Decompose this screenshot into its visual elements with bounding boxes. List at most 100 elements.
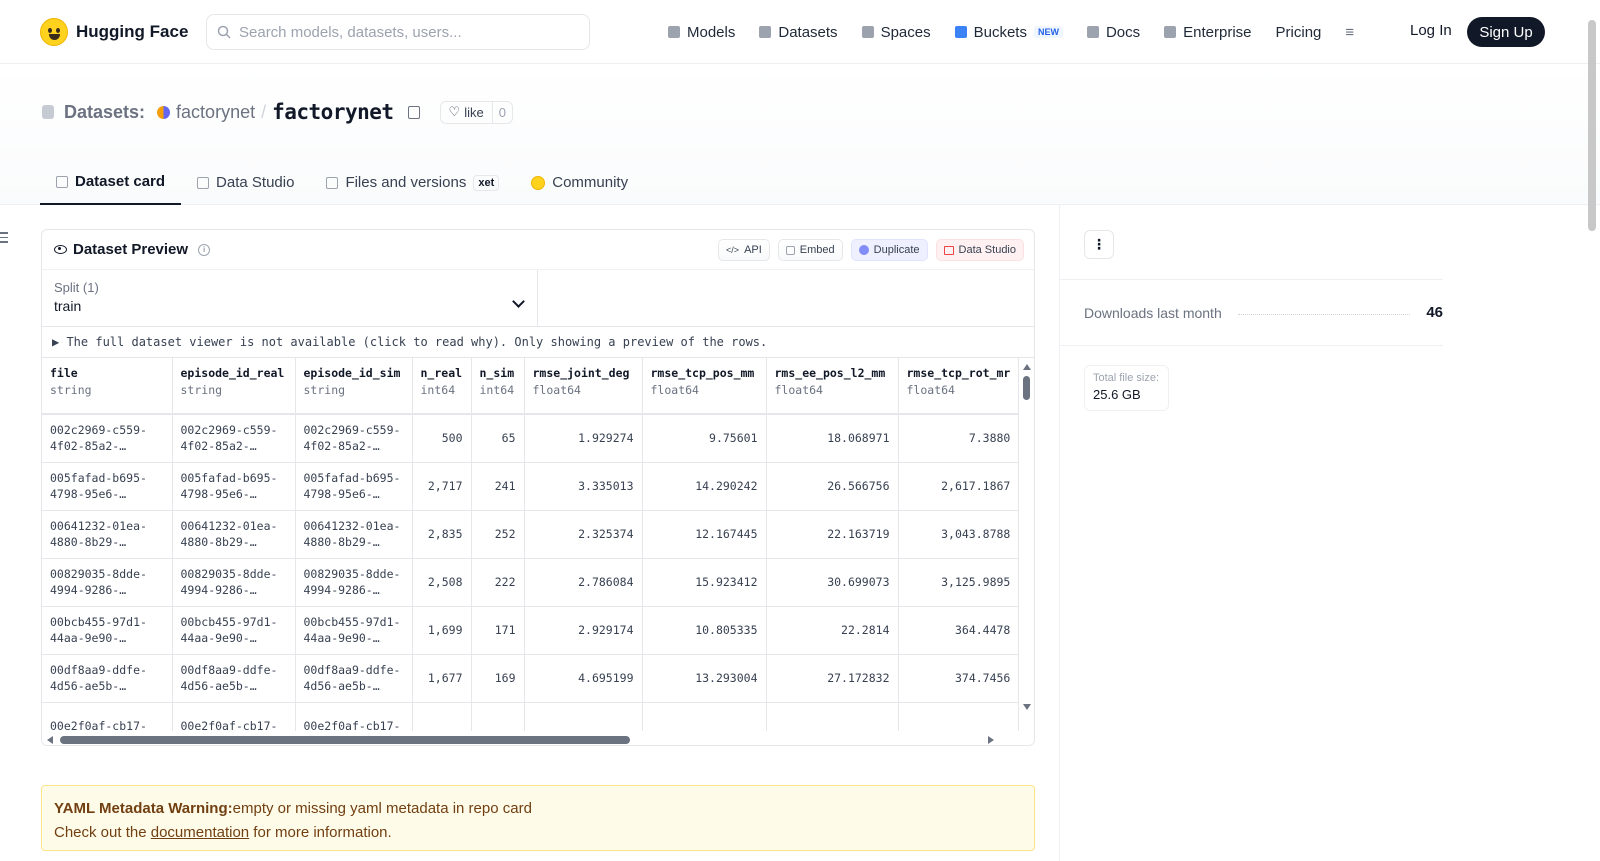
repo-tabs: Dataset card Data Studio Files and versi… xyxy=(40,160,644,205)
numeric-cell: 14.290242 xyxy=(642,462,767,511)
table-icon xyxy=(943,245,954,255)
numeric-cell: 3,125.9895 xyxy=(898,558,1020,607)
database-icon xyxy=(759,26,772,38)
sidebar-divider xyxy=(1059,205,1060,861)
numeric-cell: 22.2814 xyxy=(766,606,899,655)
breadcrumb: Datasets: factorynet / factorynet ♡ like … xyxy=(42,100,513,124)
copy-icon[interactable] xyxy=(407,105,420,119)
column-header[interactable]: rms_ee_pos_l2_mm float64 xyxy=(766,358,899,415)
nav-spaces[interactable]: Spaces xyxy=(861,24,931,41)
column-header[interactable]: episode_id_real string xyxy=(172,358,296,415)
table-icon xyxy=(197,176,210,189)
numeric-cell: 15.923412 xyxy=(642,558,767,607)
code-icon: </> xyxy=(726,245,740,255)
tab-dataset-card[interactable]: Dataset card xyxy=(40,160,182,205)
numeric-cell: 4.695199 xyxy=(524,654,643,703)
downloads-stat: Downloads last month 46 xyxy=(1084,304,1443,321)
signup-button[interactable]: Sign Up xyxy=(1467,17,1545,47)
id-cell: 00bcb455-97d1- 44aa-9e90-… xyxy=(42,606,173,655)
embed-button[interactable]: Embed xyxy=(777,239,843,261)
grid-icon xyxy=(861,26,874,38)
more-menu-icon[interactable]: ≡ xyxy=(1345,24,1354,41)
numeric-cell: 171 xyxy=(471,606,525,655)
api-button[interactable]: </> API xyxy=(718,239,770,261)
tab-data-studio[interactable]: Data Studio xyxy=(181,160,310,205)
data-studio-button[interactable]: Data Studio xyxy=(935,239,1024,261)
org-link[interactable]: factorynet xyxy=(176,102,255,123)
preview-title: Dataset Preview i xyxy=(54,241,211,258)
split-select[interactable]: Split (1) train xyxy=(42,270,538,326)
info-icon[interactable]: i xyxy=(198,243,211,256)
numeric-cell: 252 xyxy=(471,510,525,559)
login-link[interactable]: Log In xyxy=(1410,22,1452,39)
documentation-link[interactable]: documentation xyxy=(151,824,249,841)
dataset-preview: Dataset Preview i </> API Embed Duplicate… xyxy=(41,229,1035,746)
nav-models[interactable]: Models xyxy=(668,24,735,41)
page-scrollbar[interactable] xyxy=(1588,20,1596,231)
tab-files-versions[interactable]: Files and versions xet xyxy=(310,160,515,205)
repo-name[interactable]: factorynet xyxy=(272,100,394,124)
files-icon xyxy=(326,176,339,189)
table-row[interactable]: 002c2969-c559- 4f02-85a2-… 002c2969-c559- 4… xyxy=(42,414,1020,463)
nav-docs[interactable]: Docs xyxy=(1086,24,1140,41)
id-cell: 00641232-01ea- 4880-8b29-… xyxy=(172,510,296,559)
scroll-left-icon xyxy=(47,736,53,744)
duplicate-button[interactable]: Duplicate xyxy=(850,239,928,261)
tab-community[interactable]: Community xyxy=(515,160,644,205)
enterprise-icon xyxy=(1164,26,1177,38)
id-cell: 00df8aa9-ddfe- 4d56-ae5b-… xyxy=(295,654,413,703)
numeric-cell: 18.068971 xyxy=(766,414,899,463)
search-icon xyxy=(217,25,231,39)
scroll-up-icon xyxy=(1023,364,1031,370)
bucket-icon xyxy=(954,26,967,38)
table-row[interactable]: 00641232-01ea- 4880-8b29-… 00641232-01ea- 4… xyxy=(42,510,1020,559)
numeric-cell: 2,617.1867 xyxy=(898,462,1020,511)
toc-toggle-icon[interactable] xyxy=(0,232,10,246)
duplicate-icon xyxy=(858,245,869,255)
hugging-face-icon xyxy=(40,18,68,46)
numeric-cell: 169 xyxy=(471,654,525,703)
preview-table: file string episode_id_real string episode_i… xyxy=(42,358,1020,745)
like-button[interactable]: ♡ like 0 xyxy=(439,100,513,124)
vertical-scrollbar[interactable] xyxy=(1023,364,1031,710)
numeric-cell: 2,717 xyxy=(412,462,472,511)
nav-datasets[interactable]: Datasets xyxy=(759,24,838,41)
table-row[interactable]: 00df8aa9-ddfe- 4d56-ae5b-… 00df8aa9-ddfe- 4… xyxy=(42,654,1020,703)
numeric-cell: 9.75601 xyxy=(642,414,767,463)
book-icon xyxy=(1086,26,1099,38)
downloads-count: 46 xyxy=(1426,304,1443,321)
search-input[interactable] xyxy=(239,23,559,41)
nav-buckets[interactable]: Buckets NEW xyxy=(954,24,1063,41)
column-header[interactable]: file string xyxy=(42,358,173,415)
nav-pricing[interactable]: Pricing xyxy=(1276,24,1322,41)
kebab-menu-icon[interactable]: ⋮ xyxy=(1084,230,1114,259)
column-header[interactable]: rmse_joint_deg float64 xyxy=(524,358,643,415)
cube-icon xyxy=(668,26,680,38)
numeric-cell: 27.172832 xyxy=(766,654,899,703)
heart-icon: ♡ xyxy=(448,104,461,119)
org-avatar xyxy=(157,105,171,119)
column-header[interactable]: rmse_tcp_rot_mr float64 xyxy=(898,358,1020,415)
numeric-cell: 22.163719 xyxy=(766,510,899,559)
community-icon xyxy=(531,175,546,190)
column-header[interactable]: rmse_tcp_pos_mm float64 xyxy=(642,358,767,415)
id-cell: 00df8aa9-ddfe- 4d56-ae5b-… xyxy=(172,654,296,703)
horizontal-scrollbar[interactable] xyxy=(42,731,1034,745)
id-cell: 00641232-01ea- 4880-8b29-… xyxy=(42,510,173,559)
id-cell: 00bcb455-97d1- 44aa-9e90-… xyxy=(172,606,296,655)
search-box[interactable] xyxy=(206,14,590,50)
numeric-cell: 374.7456 xyxy=(898,654,1020,703)
table-row[interactable]: 00bcb455-97d1- 44aa-9e90-… 00bcb455-97d1- 4… xyxy=(42,606,1020,655)
viewer-notice[interactable]: ▶ The full dataset viewer is not availab… xyxy=(42,327,1034,358)
numeric-cell: 2.929174 xyxy=(524,606,643,655)
hf-logo[interactable]: Hugging Face xyxy=(40,16,188,48)
table-row[interactable]: 005fafad-b695- 4798-95e6-… 005fafad-b695- 4… xyxy=(42,462,1020,511)
file-size-box: Total file size: 25.6 GB xyxy=(1084,365,1169,411)
id-cell: 00829035-8dde- 4994-9286-… xyxy=(172,558,296,607)
table-row[interactable]: 00829035-8dde- 4994-9286-… 00829035-8dde- 4… xyxy=(42,558,1020,607)
numeric-cell: 364.4478 xyxy=(898,606,1020,655)
nav-enterprise[interactable]: Enterprise xyxy=(1164,24,1252,41)
column-header[interactable]: n_real int64 xyxy=(412,358,472,415)
column-header[interactable]: n_sim int64 xyxy=(471,358,525,415)
column-header[interactable]: episode_id_sim string xyxy=(295,358,413,415)
